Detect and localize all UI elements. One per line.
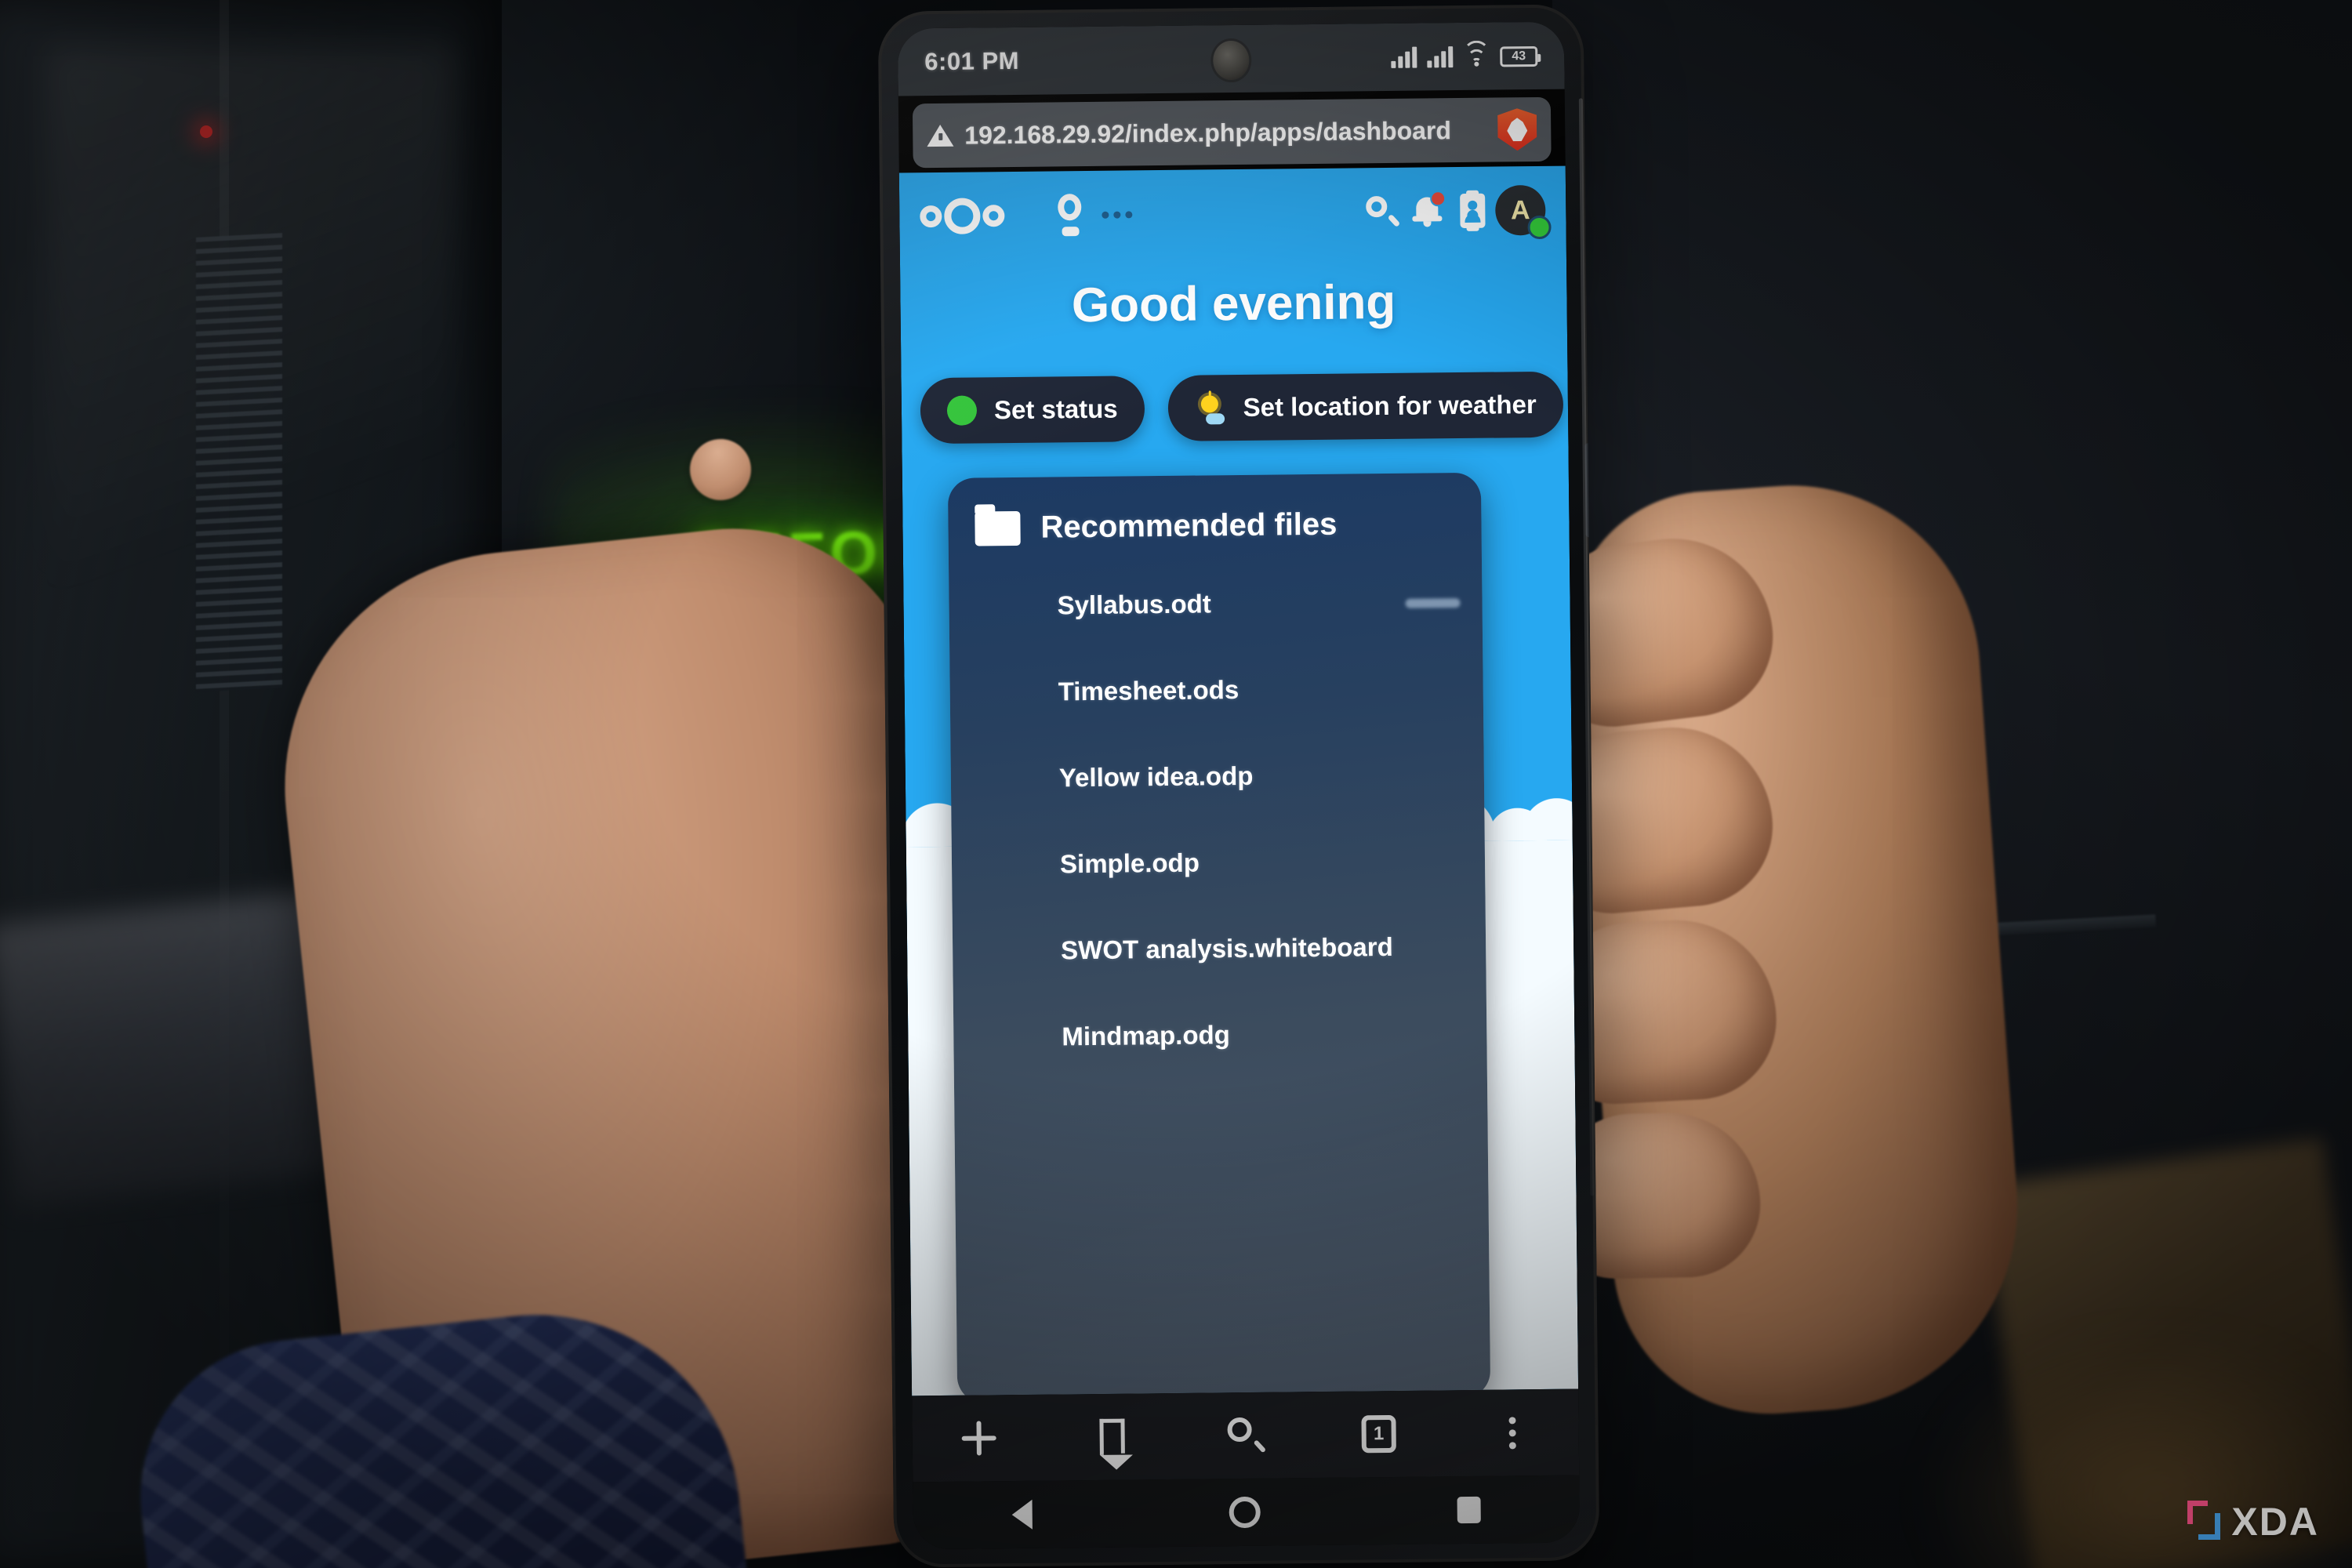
contacts-icon[interactable] <box>1450 188 1496 234</box>
folder-icon <box>975 510 1021 546</box>
set-weather-location-button[interactable]: Set location for weather <box>1167 371 1564 441</box>
android-status-bar: 6:01 PM 43 <box>897 21 1565 96</box>
tab-switcher-button[interactable]: 1 <box>1355 1410 1403 1458</box>
nextcloud-dashboard: A Good evening Set status Set location f… <box>898 165 1579 1396</box>
search-icon-toolbar[interactable] <box>1221 1412 1269 1460</box>
scroll-indicator[interactable] <box>1405 598 1461 608</box>
file-name: Mindmap.odg <box>1062 1020 1230 1051</box>
tab-count: 1 <box>1373 1423 1385 1445</box>
widget-header: Recommended files <box>948 473 1482 546</box>
file-name: Simple.odp <box>1059 848 1200 879</box>
android-nav-bar <box>913 1475 1581 1550</box>
xda-watermark: XDA <box>2187 1499 2319 1544</box>
browser-url-bar[interactable]: 192.168.29.92/index.php/apps/dashboard <box>912 96 1552 169</box>
red-led-light <box>200 125 212 138</box>
more-apps-icon[interactable] <box>1094 191 1140 238</box>
file-name: Yellow idea.odp <box>1058 760 1254 793</box>
set-weather-label: Set location for weather <box>1243 389 1537 422</box>
list-item[interactable]: Syllabus.odt <box>949 558 1483 650</box>
wifi-icon <box>1463 40 1490 67</box>
warning-triangle-icon <box>927 124 954 147</box>
url-text[interactable]: 192.168.29.92/index.php/apps/dashboard <box>964 115 1486 150</box>
front-camera <box>1213 40 1250 81</box>
status-icons: 43 <box>1391 40 1538 68</box>
browser-bottom-toolbar: 1 <box>912 1388 1580 1483</box>
list-item[interactable]: Simple presentation Basic Conference Sli… <box>951 817 1485 909</box>
back-button-icon[interactable] <box>1011 1499 1033 1530</box>
recommended-files-widget: Recommended files Syllabus.odt Timesheet… <box>947 472 1491 1396</box>
browser-menu-icon[interactable] <box>1488 1409 1536 1457</box>
dashboard-icon[interactable] <box>1048 192 1094 238</box>
nextcloud-header: A <box>899 166 1566 261</box>
smartphone: 6:01 PM 43 192.168.29.92/index.php/apps/… <box>877 4 1600 1568</box>
search-icon[interactable] <box>1359 189 1405 235</box>
file-name: SWOT analysis.whiteboard <box>1060 931 1393 965</box>
set-status-button[interactable]: Set status <box>920 376 1145 445</box>
quick-actions: Set status Set location for weather <box>920 371 1564 445</box>
file-list: Syllabus.odt Timesheet.ods Yellow idea.o… <box>949 558 1487 1081</box>
avatar[interactable]: A <box>1494 184 1552 240</box>
phone-screen: 6:01 PM 43 192.168.29.92/index.php/apps/… <box>897 21 1581 1550</box>
photo-scene: GEFORCE 6:01 PM 43 192.168.29.92/index.p… <box>0 0 2352 1568</box>
green-status-dot-icon <box>946 395 978 426</box>
status-clock: 6:01 PM <box>924 46 1020 76</box>
signal-bars-icon <box>1391 46 1417 68</box>
home-button-icon[interactable] <box>1229 1496 1261 1529</box>
list-item[interactable]: Yellow idea.odp <box>950 731 1484 822</box>
widget-title: Recommended files <box>1040 506 1338 545</box>
brave-lion-icon[interactable] <box>1497 108 1537 151</box>
new-tab-icon[interactable] <box>955 1414 1003 1462</box>
battery-percent: 43 <box>1512 49 1526 63</box>
battery-icon: 43 <box>1500 45 1538 67</box>
signal-bars-icon-2 <box>1427 45 1454 67</box>
page-title: Good evening <box>1071 274 1396 333</box>
notifications-bell-icon[interactable] <box>1404 188 1450 234</box>
nextcloud-logo-icon[interactable] <box>920 198 1005 234</box>
avatar-initial: A <box>1510 194 1530 225</box>
set-status-label: Set status <box>993 394 1118 425</box>
list-item[interactable]: Timesheet.ods <box>949 644 1483 736</box>
xda-wordmark: XDA <box>2231 1500 2319 1544</box>
recents-button-icon[interactable] <box>1457 1496 1482 1524</box>
online-status-dot <box>1527 215 1552 240</box>
list-item[interactable]: SWOT analysis.whiteboard <box>953 903 1486 995</box>
list-item[interactable]: Mindmap.odg <box>953 989 1487 1081</box>
file-name: Timesheet.ods <box>1058 674 1240 706</box>
file-name: Syllabus.odt <box>1057 589 1211 620</box>
bookmarks-icon[interactable] <box>1088 1413 1136 1461</box>
sun-cloud-icon <box>1194 390 1225 425</box>
xda-bracket-icon <box>2187 1501 2223 1543</box>
